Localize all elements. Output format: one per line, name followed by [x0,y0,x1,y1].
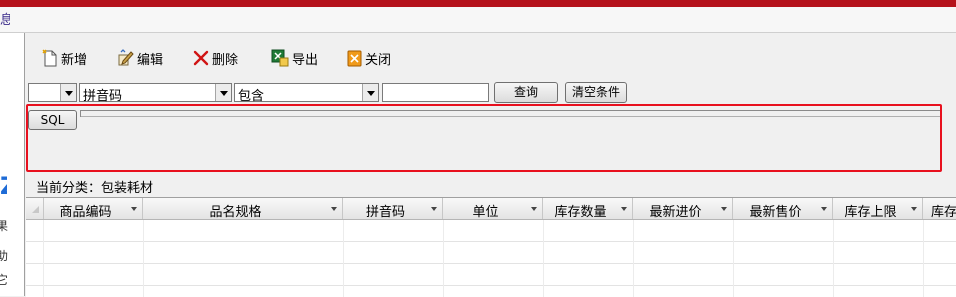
excel-export-icon [271,49,289,67]
close-button[interactable]: 关闭 [347,48,391,68]
left-tree-panel[interactable]: Z 果 助 它 [0,33,25,296]
search-input[interactable] [382,83,489,102]
operator-combo[interactable]: 包含 [234,83,379,104]
query-button[interactable]: 查询 [494,82,558,103]
tree-item-fragment[interactable]: 助 [0,247,8,264]
chevron-down-icon[interactable] [215,84,231,101]
grid-line [143,220,144,297]
table-row[interactable] [26,220,956,242]
grid-line [443,220,444,297]
filter-arrow-icon[interactable] [821,207,827,211]
close-door-icon [347,50,362,66]
export-label: 导出 [292,52,319,68]
filter-arrow-icon[interactable] [331,207,337,211]
operator-combo-value: 包含 [238,89,265,104]
logic-combo[interactable] [28,83,77,102]
filter-arrow-icon[interactable] [131,207,137,211]
column-header[interactable]: 拼音码 [343,198,443,220]
grid-line [833,220,834,297]
grid-line [733,220,734,297]
filter-arrow-icon[interactable] [431,207,437,211]
new-document-icon [42,49,57,67]
chevron-down-icon[interactable] [60,84,76,101]
tree-item-fragment[interactable]: 果 [0,217,8,234]
add-button[interactable]: 新增 [42,48,87,68]
delete-x-icon [193,50,209,66]
filter-arrow-icon[interactable] [911,207,917,211]
grid-line [633,220,634,297]
filter-arrow-icon[interactable] [621,207,627,211]
edit-label: 编辑 [137,52,164,68]
grid-line [43,220,44,297]
sql-separator [80,110,940,111]
close-label: 关闭 [365,52,392,68]
grid-line [923,220,924,297]
table-row[interactable] [26,264,956,286]
grid-line [343,220,344,297]
current-category-label: 当前分类：包装耗材 [36,181,154,196]
delete-label: 删除 [212,52,239,68]
add-label: 新增 [61,52,88,68]
edit-button[interactable]: 编辑 [117,48,163,68]
table-row[interactable] [26,286,956,297]
sql-button[interactable]: SQL [28,110,77,130]
window-title-fragment: 息 [0,13,10,28]
clear-conditions-button[interactable]: 清空条件 [565,82,627,103]
chevron-down-icon[interactable] [362,84,378,101]
column-header[interactable]: 库存数量 [543,198,633,220]
grid-line [543,220,544,297]
filter-arrow-icon[interactable] [721,207,727,211]
delete-button[interactable]: 删除 [193,48,238,68]
grid-header: 商品编码 品名规格 拼音码 单位 库存数量 最新进价 最新售价 库存上限 库存 [26,198,956,220]
title-bar [0,0,956,7]
select-all-corner[interactable] [26,198,44,219]
product-grid[interactable]: 商品编码 品名规格 拼音码 单位 库存数量 最新进价 最新售价 库存上限 库存 [26,197,956,297]
column-header[interactable]: 商品编码 [43,198,143,220]
column-header[interactable]: 库存 [923,198,956,220]
tab-strip [0,7,956,33]
column-header[interactable]: 最新售价 [733,198,833,220]
column-header[interactable]: 库存上限 [833,198,923,220]
field-combo-value: 拼音码 [83,89,123,104]
field-combo[interactable]: 拼音码 [79,83,232,104]
table-row[interactable] [26,242,956,264]
column-header[interactable]: 品名规格 [143,198,343,220]
filter-arrow-icon[interactable] [531,207,537,211]
edit-icon [118,49,134,66]
sql-separator [80,116,940,117]
sql-panel[interactable] [26,108,940,171]
tree-expand-icon[interactable]: Z [0,173,7,199]
column-header[interactable]: 最新进价 [633,198,733,220]
sql-separator [80,110,81,117]
column-header[interactable]: 单位 [443,198,543,220]
export-button[interactable]: 导出 [271,48,318,68]
tree-item-fragment[interactable]: 它 [0,271,8,288]
